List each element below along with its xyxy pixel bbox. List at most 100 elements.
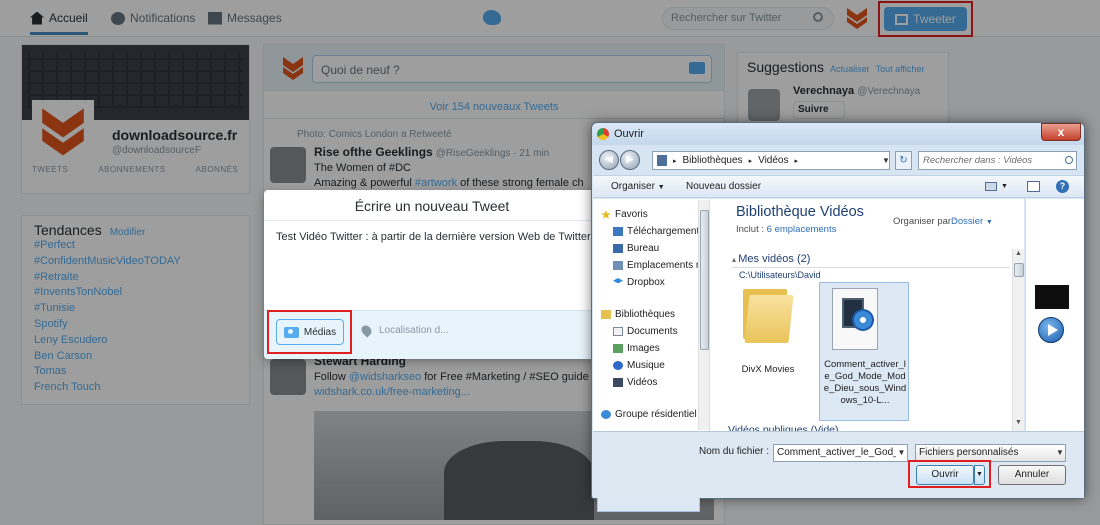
search-icon[interactable] [1065,156,1073,164]
breadcrumb-separator-icon: ▸ [673,157,677,165]
nav-item-label: Bureau [627,243,660,254]
breadcrumb-separator-icon: ▸ [748,157,753,165]
file-list-pane: Bibliothèque Vidéos Inclut : 6 emplaceme… [710,199,1024,436]
forward-button[interactable]: ▶ [620,150,640,170]
nav-scrollbar[interactable] [698,200,709,430]
nav-item-label: Vidéos [627,377,658,388]
close-icon: x [1057,125,1065,139]
nav-item-recent-places[interactable]: Emplacements ré [613,260,705,271]
nav-item-homegroup[interactable]: Groupe résidentiel [601,409,697,420]
nav-item-label: Bibliothèques [615,309,676,320]
play-icon[interactable] [1038,317,1064,343]
nav-item-label: Favoris [615,209,648,220]
chevron-down-icon[interactable]: ▼ [1001,183,1008,190]
address-bar[interactable]: ▸ Bibliothèques ▸ Vidéos ▸ [652,151,890,170]
scroll-up-icon[interactable]: ▲ [1015,250,1022,257]
star-icon [601,210,611,219]
close-button[interactable]: x [1041,123,1081,141]
videos-icon [613,378,623,387]
chevron-down-icon: ▼ [985,219,993,226]
organize-menu[interactable]: Organiser ▼ [611,181,665,192]
nav-item-favorites[interactable]: Favoris [601,209,648,220]
nav-item-downloads[interactable]: Téléchargements [613,226,704,237]
folder-search-input[interactable]: Rechercher dans : Vidéos [918,151,1077,170]
nav-item-label: Images [627,343,660,354]
breadcrumb-videos[interactable]: Vidéos [758,155,788,166]
nav-item-pictures[interactable]: Images [613,343,660,354]
file-item-label: Comment_activer_le_God_Mode_Mode_Dieu_so… [823,359,907,406]
refresh-icon: ↻ [899,155,908,166]
media-disc-icon [852,309,874,331]
folder-icon[interactable] [741,285,794,343]
chevron-down-icon[interactable]: ▼ [896,445,907,461]
chevron-down-icon[interactable]: ▼ [1055,445,1065,461]
nav-item-libraries[interactable]: Bibliothèques [601,309,675,320]
selected-nav-highlight [597,496,700,512]
preview-pane-icon[interactable] [1027,181,1040,192]
breadcrumb-libraries[interactable]: Bibliothèques [683,155,743,166]
breadcrumb-separator-icon: ▸ [794,157,798,165]
organize-label: Organiser [611,181,655,192]
dialog-toolbar: Organiser ▼ Nouveau dossier ▼ ? [593,175,1084,198]
library-locations-link[interactable]: 6 emplacements [767,224,837,235]
media-button[interactable]: Médias [276,319,344,345]
open-file-dialog: Ouvrir x ◀ ▶ ▸ Bibliothèques ▸ Vidéos ▸ … [591,122,1085,512]
nav-item-videos[interactable]: Vidéos [613,377,657,388]
arrange-by-dropdown[interactable]: Dossier ▼ [951,216,993,227]
group-header-my-videos[interactable]: Mes vidéos (2) [732,253,1010,268]
video-preview-thumbnail [1035,285,1069,309]
library-title: Bibliothèque Vidéos [736,204,864,220]
chevron-down-icon: ▼ [657,184,665,191]
nav-item-label: Dropbox [627,277,665,288]
music-icon [613,361,623,370]
dialog-title-bar[interactable]: Ouvrir x [592,123,1084,145]
documents-icon [613,327,623,336]
arrange-by-label: Organiser par : [893,216,957,227]
desktop-icon [613,244,623,253]
location-label: Localisation d... [379,325,449,336]
pictures-icon [613,344,623,353]
tweet-textarea[interactable]: Test Vidéo Twitter : à partir de la dern… [276,230,596,308]
nav-item-label: Musique [627,360,665,371]
downloads-icon [613,227,623,236]
modal-title: Écrire un nouveau Tweet [264,190,600,221]
nav-item-label: Documents [627,326,678,337]
scroll-down-icon[interactable]: ▼ [1015,419,1022,426]
forward-arrow-icon: ▶ [626,154,634,165]
file-list-scrollbar[interactable]: ▲ ▼ [1012,249,1024,431]
filename-input[interactable]: Comment_activer_le_God_M [773,444,908,462]
location-pin-icon [359,323,374,338]
preview-pane [1025,199,1084,431]
folder-front-shape [744,295,794,343]
libraries-icon [601,310,611,319]
address-dropdown-icon[interactable]: ▼ [880,151,892,170]
homegroup-icon [601,410,611,419]
arrange-by-value: Dossier [951,216,984,227]
refresh-button[interactable]: ↻ [895,151,912,170]
folder-item-label[interactable]: DivX Movies [728,364,808,375]
nav-scrollbar-thumb[interactable] [700,210,709,350]
media-button-label: Médias [303,326,337,338]
cancel-button[interactable]: Annuler [998,465,1066,485]
nav-item-label: Téléchargements [627,226,705,237]
open-button-highlight [908,460,991,488]
nav-item-music[interactable]: Musique [613,360,665,371]
recent-places-icon [613,261,623,270]
change-view-icon[interactable] [985,182,997,191]
camera-icon [283,326,299,338]
nav-item-documents[interactable]: Documents [613,326,678,337]
nav-item-dropbox[interactable]: Dropbox [613,277,665,288]
back-arrow-icon: ◀ [605,154,613,165]
back-button[interactable]: ◀ [599,150,619,170]
address-row: ◀ ▶ ▸ Bibliothèques ▸ Vidéos ▸ ▼ ↻ Reche… [592,146,1084,174]
group-path[interactable]: C:\Utilisateurs\David [739,270,821,280]
help-icon[interactable]: ? [1056,180,1069,193]
location-button[interactable]: Localisation d... [359,323,449,338]
dropbox-icon [613,278,623,284]
nav-item-label: Groupe résidentiel [615,409,697,420]
file-list-scrollbar-thumb[interactable] [1014,263,1024,277]
navigation-pane: Favoris Téléchargements Bureau Emplaceme… [593,199,710,512]
nav-item-desktop[interactable]: Bureau [613,243,659,254]
new-folder-button[interactable]: Nouveau dossier [686,181,761,192]
dialog-title: Ouvrir [614,128,644,140]
